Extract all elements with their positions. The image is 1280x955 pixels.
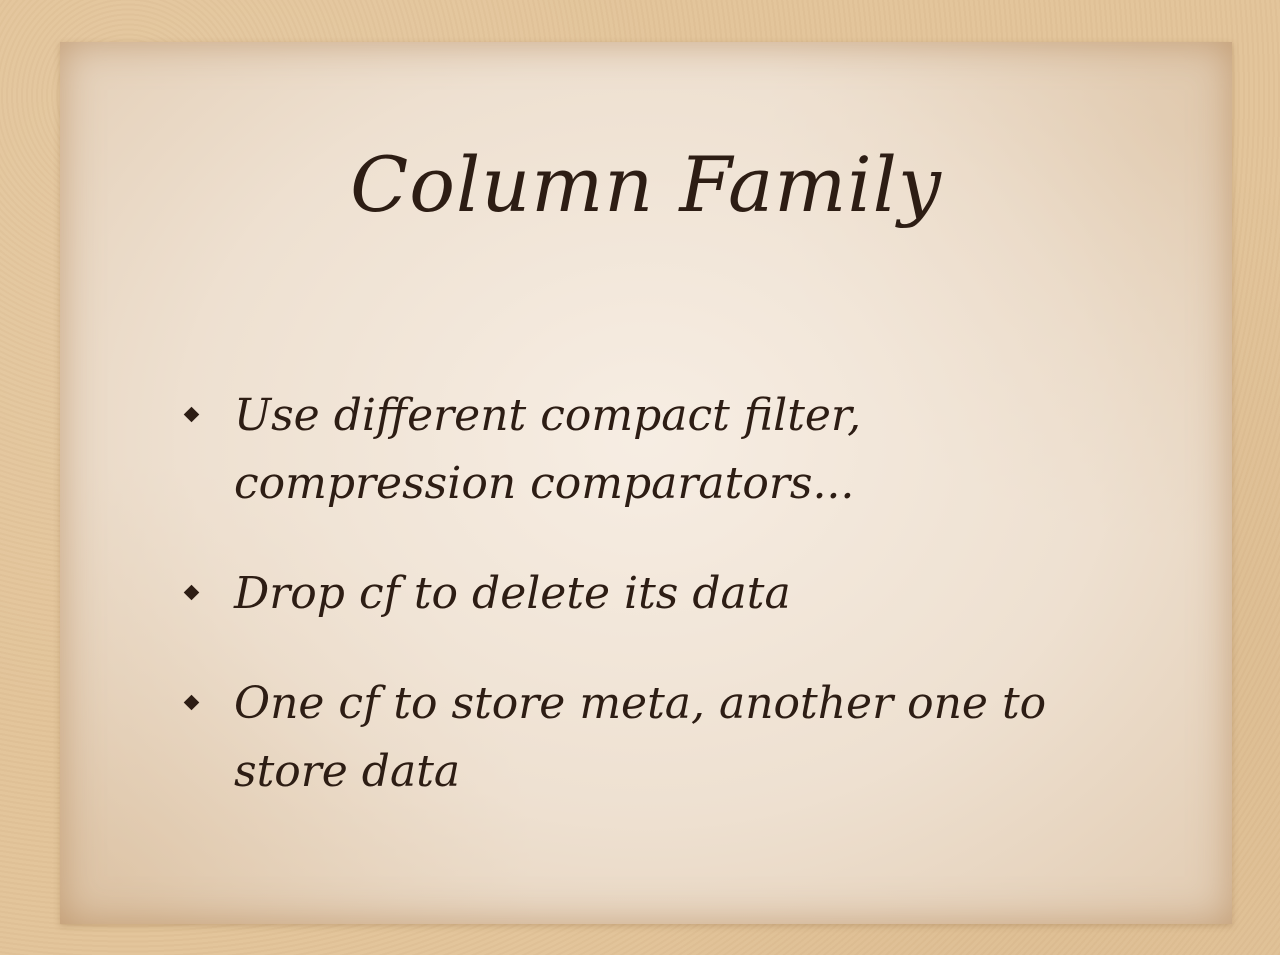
slide-title: Column Family bbox=[350, 140, 942, 229]
bullet-diamond-icon bbox=[183, 584, 200, 601]
list-item: Drop cf to delete its data bbox=[180, 560, 1140, 628]
bullet-list: Use different compact filter, compressio… bbox=[180, 382, 1140, 806]
list-item: Use different compact filter, compressio… bbox=[180, 382, 1140, 518]
bullet-diamond-icon bbox=[183, 406, 200, 423]
bullet-text: One cf to store meta, another one to sto… bbox=[234, 678, 1047, 797]
bullet-diamond-icon bbox=[183, 694, 200, 711]
bullet-text: Use different compact filter, compressio… bbox=[234, 390, 862, 509]
list-item: One cf to store meta, another one to sto… bbox=[180, 670, 1140, 806]
bullet-text: Drop cf to delete its data bbox=[234, 568, 791, 619]
slide-paper: Column Family Use different compact filt… bbox=[60, 42, 1232, 924]
